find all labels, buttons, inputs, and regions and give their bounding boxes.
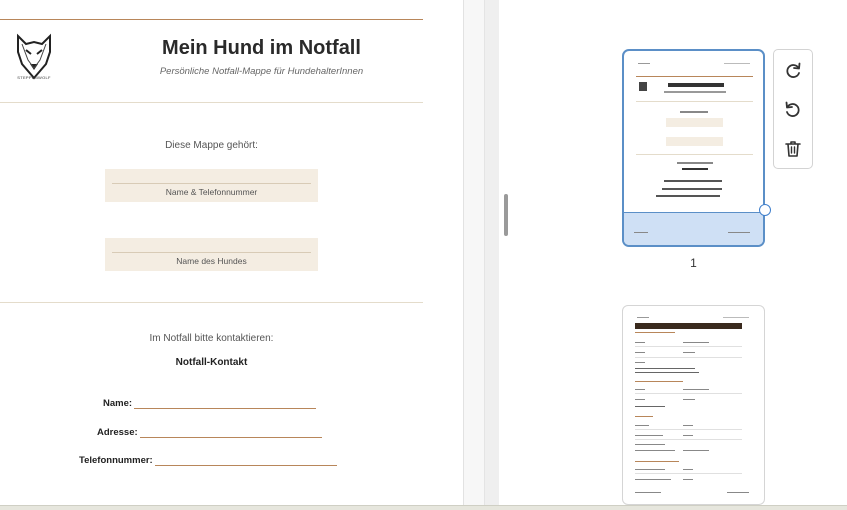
owner-name-field[interactable]: Name & Telefonnummer [105, 169, 318, 202]
dog-name-field[interactable]: Name des Hundes [105, 238, 318, 271]
delete-page-button[interactable] [782, 138, 804, 160]
app-root: STEPPENWOLF Mein Hund im Notfall Persönl… [0, 0, 847, 510]
field-label: Name & Telefonnummer [165, 187, 258, 197]
form-row-label: Telefonnummer: [79, 455, 153, 466]
input-line[interactable] [139, 428, 322, 438]
page-number-label: 1 [690, 256, 697, 270]
owner-label: Diese Mappe gehört: [165, 140, 258, 151]
divider [0, 302, 423, 303]
form-row-label: Adresse: [97, 427, 138, 438]
form-row-phone[interactable]: Telefonnummer: [79, 455, 337, 466]
rotate-right-button[interactable] [782, 60, 804, 82]
form-row-address[interactable]: Adresse: [97, 427, 322, 438]
scrollbar-track[interactable] [484, 0, 513, 505]
document-subtitle: Persönliche Notfall-Mappe für Hundehalte… [159, 66, 364, 77]
thumbnail-selection-band [624, 212, 763, 245]
rotate-left-button[interactable] [782, 99, 804, 121]
page-thumbnail-2[interactable] [622, 305, 765, 505]
contact-label: Im Notfall bitte kontaktieren: [149, 333, 274, 344]
document-scrollbar[interactable] [463, 0, 513, 505]
trash-icon [785, 141, 801, 157]
form-row-name[interactable]: Name: [103, 398, 317, 409]
divider [0, 102, 423, 103]
document-title: Mein Hund im Notfall [162, 37, 361, 59]
rotate-right-icon [786, 62, 801, 78]
bottom-edge [0, 505, 847, 510]
page-tools [773, 49, 813, 169]
header-rule [0, 19, 423, 20]
rotate-left-icon [785, 101, 800, 117]
input-line[interactable] [154, 456, 337, 466]
field-label: Name des Hundes [176, 256, 247, 266]
panel-splitter-handle[interactable] [504, 194, 508, 236]
page-thumbnail-1[interactable] [622, 49, 765, 247]
input-line[interactable] [134, 399, 317, 409]
logo-text: STEPPENWOLF [17, 75, 51, 80]
form-row-label: Name: [103, 398, 133, 409]
resize-handle[interactable] [759, 204, 771, 216]
contact-heading: Notfall-Kontakt [175, 357, 248, 368]
document-page: STEPPENWOLF Mein Hund im Notfall Persönl… [0, 0, 463, 505]
